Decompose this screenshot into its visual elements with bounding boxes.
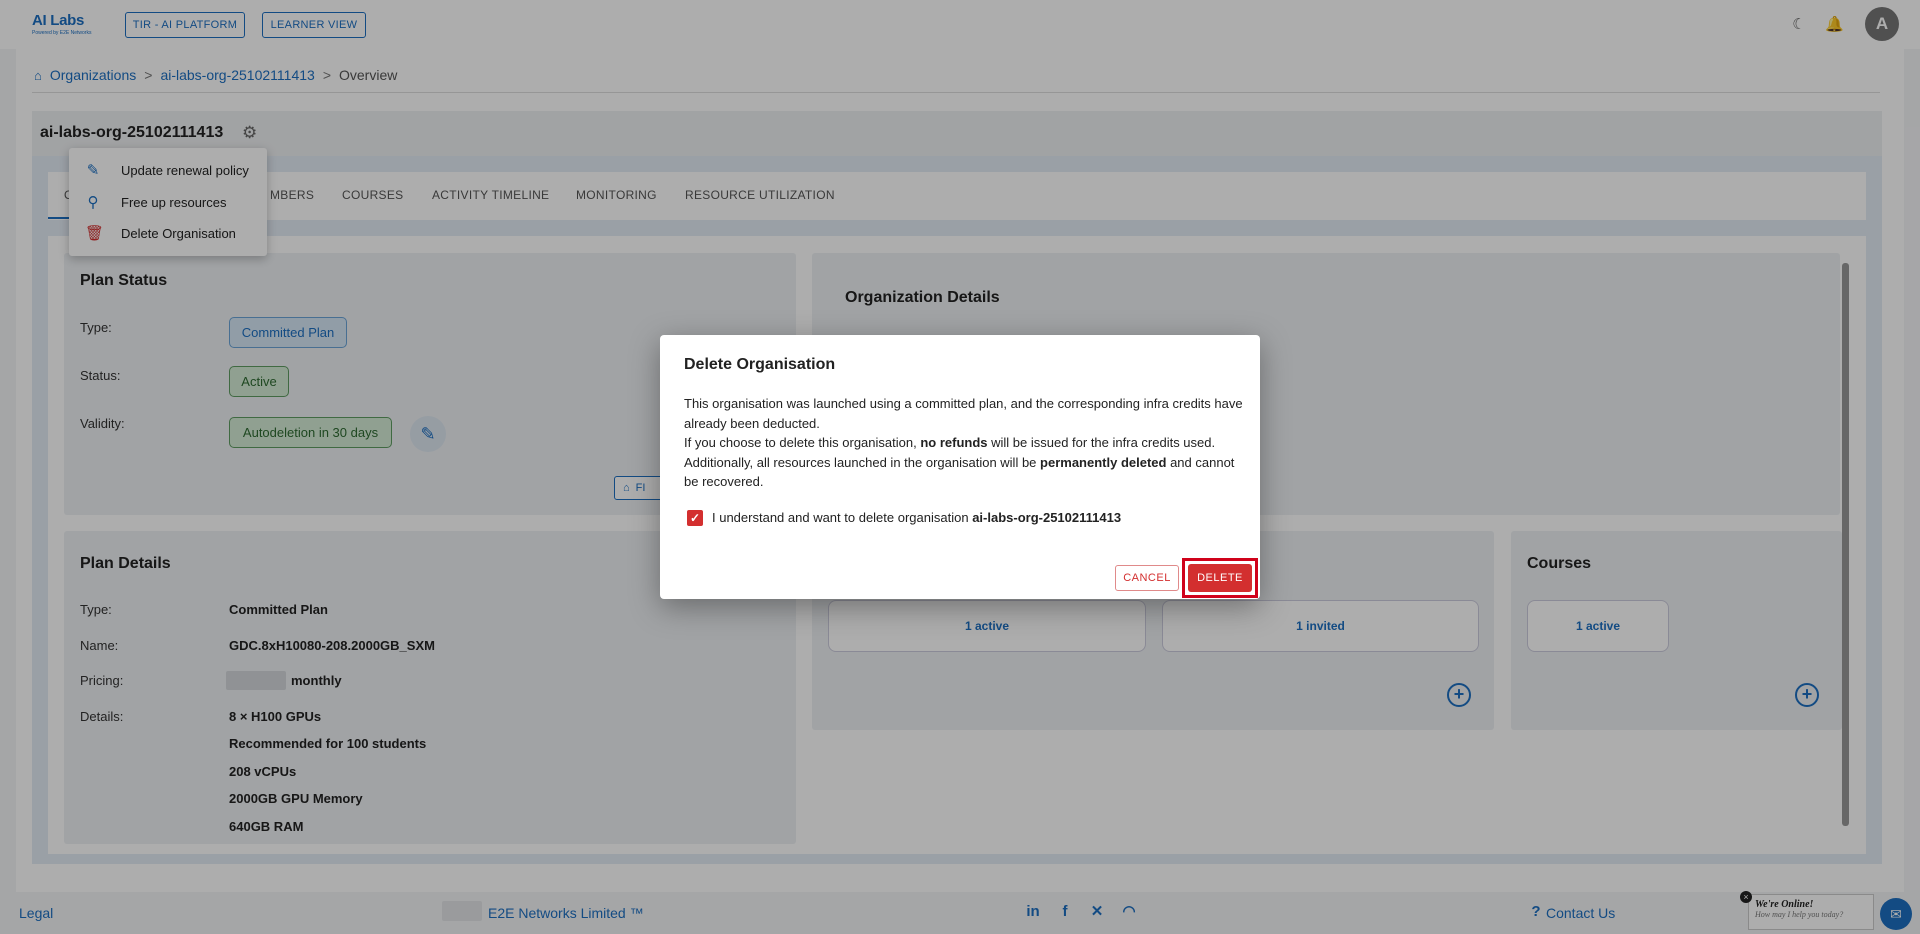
dialog-line-3-pre: Additionally, all resources launched in … <box>684 454 1041 470</box>
permanently-deleted-text: permanently deleted <box>1040 454 1167 470</box>
delete-button[interactable]: DELETE <box>1188 564 1252 592</box>
no-refunds-text: no refunds <box>920 435 988 450</box>
confirm-checkbox-label[interactable]: I understand and want to delete organisa… <box>712 510 1121 525</box>
confirm-org-name: ai-labs-org-25102111413 <box>972 510 1122 525</box>
dialog-line-1: This organisation was launched using a c… <box>684 396 1243 431</box>
dialog-line-2-pre: If you choose to delete this organisatio… <box>684 435 921 450</box>
delete-organisation-dialog: Delete Organisation This organisation wa… <box>660 335 1260 599</box>
confirm-checkbox[interactable]: ✓ <box>687 510 703 526</box>
dialog-body: This organisation was launched using a c… <box>684 394 1244 492</box>
cancel-button[interactable]: CANCEL <box>1115 565 1179 591</box>
dialog-title: Delete Organisation <box>684 356 836 373</box>
dialog-line-2: If you choose to delete this organisatio… <box>684 433 1244 453</box>
dialog-line-3: Additionally, all resources launched in … <box>684 453 1244 492</box>
dialog-line-2-post: will be issued for the infra credits use… <box>987 435 1216 450</box>
confirm-text: I understand and want to delete organisa… <box>712 510 973 525</box>
